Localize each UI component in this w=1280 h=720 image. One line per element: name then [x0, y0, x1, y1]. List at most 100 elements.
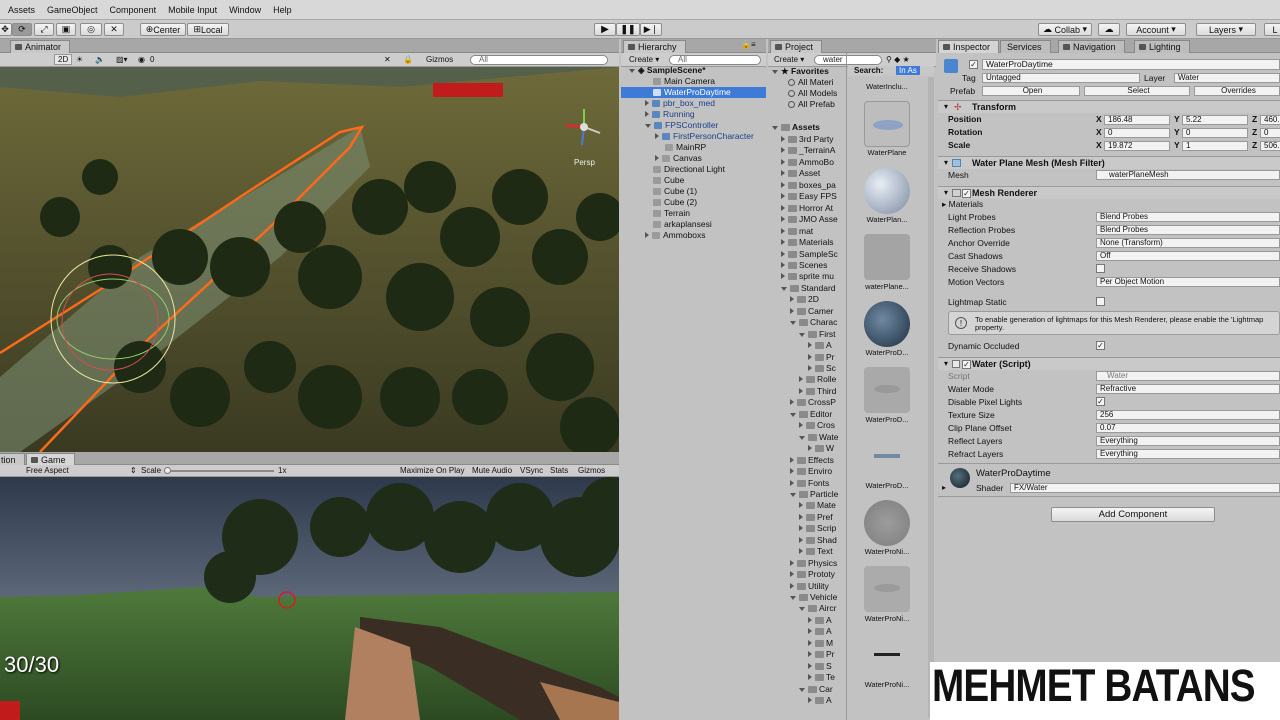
foldout-arrow-icon[interactable]: [799, 435, 805, 440]
game-viewport[interactable]: [0, 477, 619, 720]
project-folder[interactable]: Camer: [790, 306, 834, 317]
anchor-override-field[interactable]: None (Transform): [1096, 238, 1280, 248]
project-folder[interactable]: Pr: [808, 649, 835, 660]
position-z-field[interactable]: 460.: [1260, 115, 1280, 125]
foldout-arrow-icon[interactable]: [808, 651, 812, 658]
material-foldout-icon[interactable]: ▸: [942, 483, 946, 492]
project-folder[interactable]: Vehicle: [790, 592, 837, 603]
project-folder[interactable]: Pr: [808, 352, 835, 363]
tab-inspector[interactable]: Inspector: [938, 40, 1000, 53]
foldout-arrow-icon[interactable]: [808, 674, 812, 681]
scene-search[interactable]: All: [470, 55, 608, 65]
dynamic-occluded-checkbox[interactable]: ✓: [1096, 341, 1105, 350]
scale-slider-thumb[interactable]: [164, 467, 171, 474]
foldout-arrow-icon[interactable]: [781, 273, 785, 280]
project-folder[interactable]: Sc: [808, 363, 836, 374]
project-folder[interactable]: Cros: [799, 420, 835, 431]
project-folder[interactable]: boxes_pa: [781, 180, 836, 191]
project-folder[interactable]: W: [808, 443, 834, 454]
result-waterpronight2-label[interactable]: WaterProNi...: [864, 614, 910, 623]
result-waterinclude-label[interactable]: WaterInclu...: [864, 82, 910, 91]
move-tool-button[interactable]: ✥: [0, 23, 12, 36]
scene-2d-toggle[interactable]: 2D: [54, 54, 73, 65]
foldout-arrow-icon[interactable]: [790, 399, 794, 406]
project-folder[interactable]: sprite mu: [781, 271, 834, 282]
hierarchy-item-cube[interactable]: Cube: [653, 175, 684, 186]
hierarchy-item-terrain[interactable]: Terrain: [653, 208, 690, 219]
layers-dropdown[interactable]: Layers ▾: [1196, 23, 1256, 36]
mesh-filter-header[interactable]: Water Plane Mesh (Mesh Filter): [938, 156, 1280, 169]
scene-light-icon[interactable]: ☀: [76, 55, 83, 64]
favorites-root[interactable]: ★ Favorites: [772, 66, 829, 77]
scale-z-field[interactable]: 506.: [1260, 141, 1280, 151]
project-folder[interactable]: Easy FPS: [781, 191, 837, 202]
result-waterprodaytime-mesh-thumb[interactable]: [864, 434, 910, 480]
favorite-all-materials[interactable]: All Materi: [788, 77, 833, 88]
project-folder[interactable]: Asset: [781, 168, 820, 179]
foldout-arrow-icon[interactable]: [781, 181, 785, 188]
rotation-y-field[interactable]: 0: [1182, 128, 1248, 138]
transform-header[interactable]: Transform: [938, 100, 1280, 113]
foldout-arrow-icon[interactable]: [799, 422, 803, 429]
project-folder[interactable]: Scrip: [799, 523, 836, 534]
reflection-probes-dropdown[interactable]: Blend Probes: [1096, 225, 1280, 235]
project-folder[interactable]: _TerrainA: [781, 145, 835, 156]
pivot-local-button[interactable]: ⊞ Local: [187, 23, 229, 36]
foldout-arrow-icon[interactable]: [790, 468, 794, 475]
project-search[interactable]: water: [814, 55, 882, 65]
hierarchy-item-canvas[interactable]: Canvas: [655, 153, 702, 164]
gameobject-name-field[interactable]: WaterProDaytime: [982, 59, 1280, 70]
hierarchy-item-pbr-box-med[interactable]: pbr_box_med: [645, 98, 715, 109]
foldout-arrow-icon[interactable]: [799, 687, 805, 692]
project-folder[interactable]: Scenes: [781, 260, 827, 271]
water-mode-dropdown[interactable]: Refractive: [1096, 384, 1280, 394]
scale-x-field[interactable]: 19.872: [1104, 141, 1170, 151]
foldout-arrow-icon[interactable]: [790, 582, 794, 589]
layer-dropdown[interactable]: Water: [1174, 73, 1280, 83]
hierarchy-item-cube-1[interactable]: Cube (1): [653, 186, 697, 197]
aspect-dropdown[interactable]: Free Aspect: [26, 466, 69, 475]
cloud-button[interactable]: ☁: [1098, 23, 1120, 36]
scene-fx-icon[interactable]: ▨▾: [116, 55, 128, 64]
project-folder[interactable]: Enviro: [790, 466, 832, 477]
project-split[interactable]: [846, 53, 847, 720]
refract-layers-dropdown[interactable]: Everything: [1096, 449, 1280, 459]
result-waterplane-mesh-thumb[interactable]: [864, 234, 910, 280]
hierarchy-item-cube-2[interactable]: Cube (2): [653, 197, 697, 208]
hierarchy-create-dropdown[interactable]: Create ▾: [629, 55, 659, 64]
result-waterprodaytime-material-thumb[interactable]: [864, 301, 910, 347]
scale-tool-button[interactable]: ⤢: [34, 23, 54, 36]
result-waterplane-label[interactable]: WaterPlane: [864, 148, 910, 157]
project-folder[interactable]: Standard: [781, 283, 836, 294]
tab-animator[interactable]: Animator: [10, 40, 71, 53]
reflect-layers-dropdown[interactable]: Everything: [1096, 436, 1280, 446]
menu-mobile-input[interactable]: Mobile Input: [168, 5, 217, 15]
lightmap-static-checkbox[interactable]: [1096, 297, 1105, 306]
result-waterprodaytime-prefab-thumb[interactable]: [864, 367, 910, 413]
motion-vectors-dropdown[interactable]: Per Object Motion: [1096, 277, 1280, 287]
hierarchy-item-ammoboxs[interactable]: Ammoboxs: [645, 230, 706, 241]
hierarchy-scene-root[interactable]: ◈ SampleScene*: [629, 65, 706, 76]
project-folder[interactable]: Te: [808, 672, 835, 683]
foldout-arrow-icon[interactable]: [808, 342, 812, 349]
result-waterpronight-label[interactable]: WaterProNi...: [864, 547, 910, 556]
tab-services[interactable]: Services: [1000, 40, 1051, 53]
result-waterplane-thumb[interactable]: [864, 101, 910, 147]
foldout-arrow-icon[interactable]: [790, 559, 794, 566]
hierarchy-item-main-camera[interactable]: Main Camera: [653, 76, 715, 87]
project-folder[interactable]: Charac: [790, 317, 837, 328]
play-button[interactable]: ▶: [594, 23, 616, 36]
tab-project[interactable]: Project: [770, 40, 823, 53]
result-waterplane2-label[interactable]: WaterPlan...: [864, 215, 910, 224]
prefab-open-button[interactable]: Open: [982, 86, 1080, 96]
mute-audio-toggle[interactable]: Mute Audio: [472, 466, 512, 475]
scene-viewport[interactable]: Persp: [0, 67, 619, 452]
hierarchy-lock-icon[interactable]: 🔒≡: [741, 40, 756, 49]
project-folder[interactable]: Particle: [790, 489, 838, 500]
project-folder[interactable]: First: [799, 329, 836, 340]
materials-foldout[interactable]: ▸ Materials: [942, 198, 983, 210]
foldout-arrow-icon[interactable]: [790, 596, 796, 600]
project-folder[interactable]: 2D: [790, 294, 819, 305]
project-folder[interactable]: Editor: [790, 409, 832, 420]
scene-audio-icon[interactable]: 🔈: [95, 55, 105, 64]
